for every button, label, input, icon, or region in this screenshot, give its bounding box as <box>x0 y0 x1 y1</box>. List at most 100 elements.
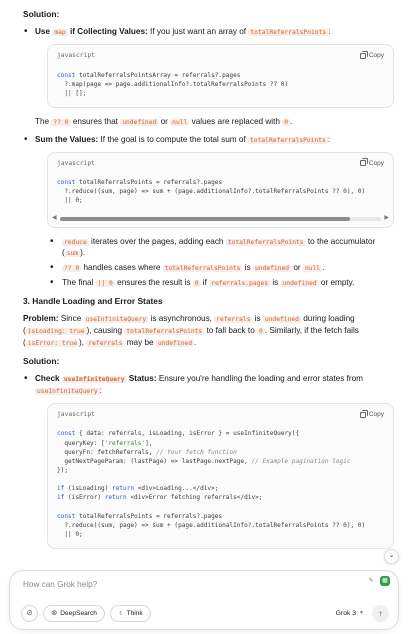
lightbulb-icon: ♁ <box>117 608 124 618</box>
copy-button[interactable]: Copy <box>359 409 384 419</box>
copy-button[interactable]: Copy <box>359 50 384 60</box>
punct: . <box>194 338 197 348</box>
inline-code: referrals <box>214 316 253 324</box>
model-label: Grok 3 <box>335 609 357 617</box>
code-line: (isLoading) <box>64 485 113 493</box>
code-block: javascript Copy const totalReferralsPoin… <box>47 151 394 228</box>
attach-button[interactable]: ⊘ <box>21 605 38 622</box>
code-line: totalReferralsPoints = referrals?.pages <box>75 512 223 520</box>
code-content: const { data: referrals, isLoading, isEr… <box>48 423 393 548</box>
copy-icon <box>359 158 368 167</box>
text: is <box>272 278 279 288</box>
inline-code: useInfiniteQuery <box>61 376 127 384</box>
scroll-to-bottom-button[interactable]: ⌄ <box>384 549 399 564</box>
text: is asynchronous, <box>150 314 212 324</box>
text: ), causing <box>86 326 123 336</box>
text: during loading <box>303 314 355 324</box>
text: to the accumulator <box>307 236 376 246</box>
item-lead2: Status: <box>128 374 157 384</box>
send-button[interactable]: ↑ <box>372 605 389 622</box>
code-content: const totalReferralsPoints = referrals?.… <box>48 172 393 214</box>
punct: . <box>322 263 325 273</box>
code-keyword: const <box>57 71 76 79</box>
code-header: javascript Copy <box>48 45 393 64</box>
solution-heading: Solution: <box>23 9 60 19</box>
item-text: If the goal is to compute the total sum … <box>100 134 246 144</box>
code-comment: // Example pagination logic <box>251 457 351 465</box>
model-selector[interactable]: Grok 3 ▼ <box>336 609 364 619</box>
text: iterates over the pages, adding each <box>91 236 224 246</box>
code-keyword: return <box>112 485 135 493</box>
list-item: Check useInfiniteQuery Status: Ensure yo… <box>23 372 394 550</box>
code-keyword: const <box>57 512 76 520</box>
scroll-thumb[interactable] <box>60 216 350 221</box>
message-input[interactable] <box>23 580 323 589</box>
inline-code: 0 <box>192 280 201 288</box>
code-string: 'referrals' <box>104 439 146 447</box>
inline-code: totalReferralsPoints <box>248 136 328 144</box>
note-paragraph: The ?? 0 ensures that undefined or null … <box>35 116 394 128</box>
code-line: || 0; <box>57 530 83 538</box>
text: or <box>293 263 301 273</box>
text: handles cases where <box>83 263 161 273</box>
text: values are replaced with <box>191 116 280 126</box>
solution-heading: Solution: <box>23 355 60 366</box>
extension-icon[interactable]: ▦ <box>380 576 390 586</box>
code-language: javascript <box>57 159 95 167</box>
inline-code: undefined <box>280 280 319 288</box>
copy-label: Copy <box>368 159 384 167</box>
sub-list-item: reduce iterates over the pages, adding e… <box>49 235 394 260</box>
text: or empty. <box>320 278 355 288</box>
deepsearch-button[interactable]: ⊗ DeepSearch <box>43 605 105 622</box>
inline-code: || 0 <box>95 280 115 288</box>
text: ), <box>79 338 85 348</box>
inline-code: undefined <box>252 265 292 273</box>
text: is <box>244 263 251 273</box>
code-line: queryKey: [ <box>57 439 105 447</box>
think-button[interactable]: ♁ Think <box>109 605 151 622</box>
inline-code: reduce <box>62 238 89 246</box>
inline-code: useInfiniteQuery <box>83 316 149 324</box>
code-line: totalReferralsPointsArray = referrals?.p… <box>75 71 241 79</box>
inline-code: 0 <box>282 118 290 126</box>
code-line: ], <box>145 439 153 447</box>
code-line: { data: referrals, isLoading, isError } … <box>75 430 300 438</box>
chevron-down-icon: ▼ <box>359 609 364 616</box>
inline-code: map <box>52 29 68 37</box>
scroll-right-icon[interactable]: ▶ <box>384 214 389 223</box>
code-line: totalReferralsPoints = referrals?.pages <box>75 179 223 187</box>
scroll-left-icon[interactable]: ◀ <box>52 214 57 223</box>
code-header: javascript Copy <box>48 404 393 423</box>
arrow-up-icon: ↑ <box>378 608 383 618</box>
deepsearch-label: DeepSearch <box>60 609 97 617</box>
text: Since <box>60 314 82 324</box>
pen-icon[interactable]: ✎ <box>366 576 376 586</box>
copy-label: Copy <box>368 52 384 60</box>
composer-extension-icons: ✎ ▦ <box>366 576 390 586</box>
punct: : <box>327 134 331 144</box>
think-label: Think <box>126 609 143 617</box>
code-line: <div>Error fetching referrals</div>; <box>126 494 263 502</box>
paperclip-icon: ⊘ <box>26 608 33 618</box>
problem-lead: Problem: <box>23 314 59 324</box>
code-content: const totalReferralsPointsArray = referr… <box>48 65 393 107</box>
code-header: javascript Copy <box>48 153 393 172</box>
horizontal-scrollbar[interactable]: ◀ ▶ <box>52 215 389 223</box>
item-lead: Sum the Values: <box>35 134 99 144</box>
sub-list: reduce iterates over the pages, adding e… <box>49 235 394 291</box>
code-keyword: return <box>104 494 127 502</box>
item-text: If you just want an array of <box>150 27 247 37</box>
text: The <box>35 116 50 126</box>
inline-code: undefined <box>155 340 194 348</box>
code-line: (isError) <box>64 494 105 502</box>
inline-code: isLoading: true <box>25 328 87 336</box>
section-title: 3. Handle Loading and Error States <box>23 296 163 307</box>
code-block: javascript Copy const { data: referrals,… <box>47 402 394 550</box>
code-line: || []; <box>57 89 87 97</box>
deepsearch-icon: ⊗ <box>51 608 58 618</box>
copy-button[interactable]: Copy <box>359 158 384 168</box>
inline-code: undefined <box>120 118 159 126</box>
inline-code: sum <box>64 250 81 258</box>
text: is <box>254 314 261 324</box>
solution-list: Check useInfiniteQuery Status: Ensure yo… <box>23 372 394 550</box>
